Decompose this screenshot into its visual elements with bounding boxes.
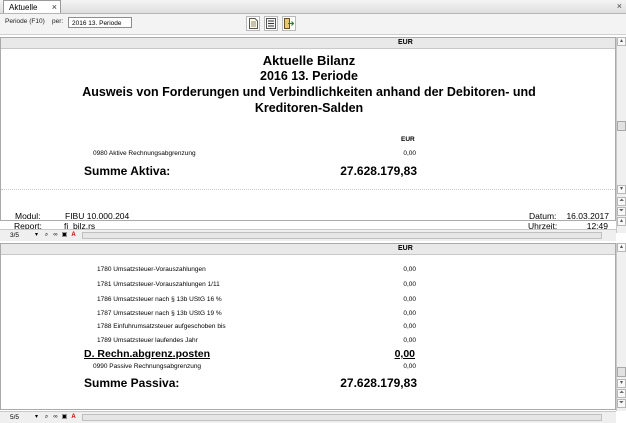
report-heading-line2: Kreditoren-Salden xyxy=(254,101,364,115)
close-icon[interactable]: × xyxy=(52,1,57,13)
report-title: Aktuelle Bilanz xyxy=(262,53,356,68)
list-icon xyxy=(266,18,276,29)
exit-button[interactable] xyxy=(282,16,296,31)
aktiva-row-label: 0980 Aktive Rechnungsabgrenzung xyxy=(93,150,196,157)
chevron-down-icon[interactable]: ▾ xyxy=(617,379,626,388)
period-input[interactable]: 2016 13. Periode xyxy=(68,17,132,28)
row-value: 0,00 xyxy=(403,337,416,344)
page-indicator: 5/5 xyxy=(10,414,20,421)
search-icon[interactable]: ⌕ xyxy=(43,232,50,239)
chevron-up-icon[interactable]: ▴ xyxy=(617,37,626,46)
column-header: EUR xyxy=(1,244,615,255)
pane1-nav-bar: 3/5 ▾ ⌕ ∞ ▣ A xyxy=(0,229,616,241)
pane1-scroll-thumb[interactable] xyxy=(617,121,626,131)
binoculars-icon[interactable]: ∞ xyxy=(52,414,59,421)
list-button[interactable] xyxy=(264,16,278,31)
footer-modul-label: Modul: xyxy=(15,211,41,221)
row-label: 1789 Umsatzsteuer laufendes Jahr xyxy=(97,337,198,344)
aktiva-row-value: 0,00 xyxy=(403,150,416,157)
passiva-row-value: 0,00 xyxy=(403,363,416,370)
chevron-up-icon[interactable]: ▴ xyxy=(617,243,626,252)
section-value: 0,00 xyxy=(394,348,415,360)
footer-datum-value: 16.03.2017 xyxy=(566,211,609,221)
search-icon[interactable]: ⌕ xyxy=(43,414,50,421)
footer-modul-value: FIBU 10.000.204 xyxy=(65,211,130,221)
report-pane-bottom[interactable]: EUR 1780 Umsatzsteuer-Vorauszahlungen 0,… xyxy=(0,243,616,410)
tab-aktuelle-bilanz[interactable]: Aktuelle Bilanz × xyxy=(3,0,61,25)
report-pane-top[interactable]: EUR Aktuelle Bilanz 2016 13. Periode Aus… xyxy=(0,37,616,221)
pane1-horizontal-scrollbar[interactable] xyxy=(82,232,602,239)
binoculars-icon[interactable]: ∞ xyxy=(52,232,59,239)
tab-bar: Aktuelle Bilanz × × xyxy=(0,0,626,25)
pdf-icon[interactable]: A xyxy=(70,414,77,421)
page-break-line xyxy=(1,189,615,190)
row-label: 1788 Einfuhrumsatzsteuer aufgeschoben bi… xyxy=(97,323,226,330)
nav-dropdown-icon[interactable]: ▾ xyxy=(33,414,40,421)
pane2-nav-bar: 5/5 ▾ ⌕ ∞ ▣ A xyxy=(0,411,616,423)
double-chevron-up-icon[interactable]: ⏶ xyxy=(617,197,626,206)
document-button[interactable] xyxy=(246,16,260,31)
exit-icon xyxy=(284,18,294,29)
summe-aktiva-value: 27.628.179,83 xyxy=(340,164,417,178)
row-label: 1786 Umsatzsteuer nach § 13b UStG 16 % xyxy=(97,296,222,303)
chevron-down-icon[interactable]: ▾ xyxy=(617,185,626,194)
row-value: 0,00 xyxy=(403,323,416,330)
document-icon xyxy=(248,18,258,29)
row-value: 0,00 xyxy=(403,296,416,303)
column-header: EUR xyxy=(1,38,615,49)
row-label: 1787 Umsatzsteuer nach § 13b UStG 19 % xyxy=(97,310,222,317)
page-indicator: 3/5 xyxy=(10,232,20,239)
summe-passiva-value: 27.628.179,83 xyxy=(340,376,417,390)
window-close-icon[interactable]: × xyxy=(617,0,622,12)
column-header-eur: EUR xyxy=(398,39,413,46)
period-label: Periode (F10) xyxy=(5,18,45,25)
double-chevron-down-icon[interactable]: ⏷ xyxy=(617,207,626,216)
row-value: 0,00 xyxy=(403,310,416,317)
print-icon[interactable]: ▣ xyxy=(61,414,68,421)
chevron-up-icon[interactable]: ▴ xyxy=(617,217,626,226)
report-subtitle: 2016 13. Periode xyxy=(260,69,358,83)
column-header-eur: EUR xyxy=(398,245,413,252)
print-icon[interactable]: ▣ xyxy=(61,232,68,239)
row-value: 0,00 xyxy=(403,281,416,288)
pdf-icon[interactable]: A xyxy=(70,232,77,239)
pane2-vertical-scrollbar[interactable]: ▴ ▾ ⏶ ⏷ xyxy=(616,243,626,411)
section-label: D. Rechn.abgrenz.posten xyxy=(84,348,211,360)
footer-datum-label: Datum: xyxy=(529,211,557,221)
row-label: 1780 Umsatzsteuer-Vorauszahlungen xyxy=(97,266,206,273)
pane2-horizontal-scrollbar[interactable] xyxy=(82,414,602,421)
passiva-row-label: 0990 Passive Rechnungsabgrenzung xyxy=(93,363,202,370)
report-heading-line1: Ausweis von Forderungen und Verbindlichk… xyxy=(82,85,536,99)
eur-label: EUR xyxy=(401,136,415,143)
per-label: per: xyxy=(52,18,64,25)
row-value: 0,00 xyxy=(403,266,416,273)
summe-aktiva-label: Summe Aktiva: xyxy=(84,164,171,178)
double-chevron-down-icon[interactable]: ⏷ xyxy=(617,399,626,408)
row-label: 1781 Umsatzsteuer-Vorauszahlungen 1/11 xyxy=(97,281,220,288)
pane2-scroll-thumb[interactable] xyxy=(617,367,626,377)
pane1-vertical-scrollbar[interactable]: ▴ ▾ ⏶ ⏷ ▴ xyxy=(616,37,626,233)
nav-dropdown-icon[interactable]: ▾ xyxy=(33,232,40,239)
double-chevron-up-icon[interactable]: ⏶ xyxy=(617,389,626,398)
summe-passiva-label: Summe Passiva: xyxy=(84,376,180,390)
